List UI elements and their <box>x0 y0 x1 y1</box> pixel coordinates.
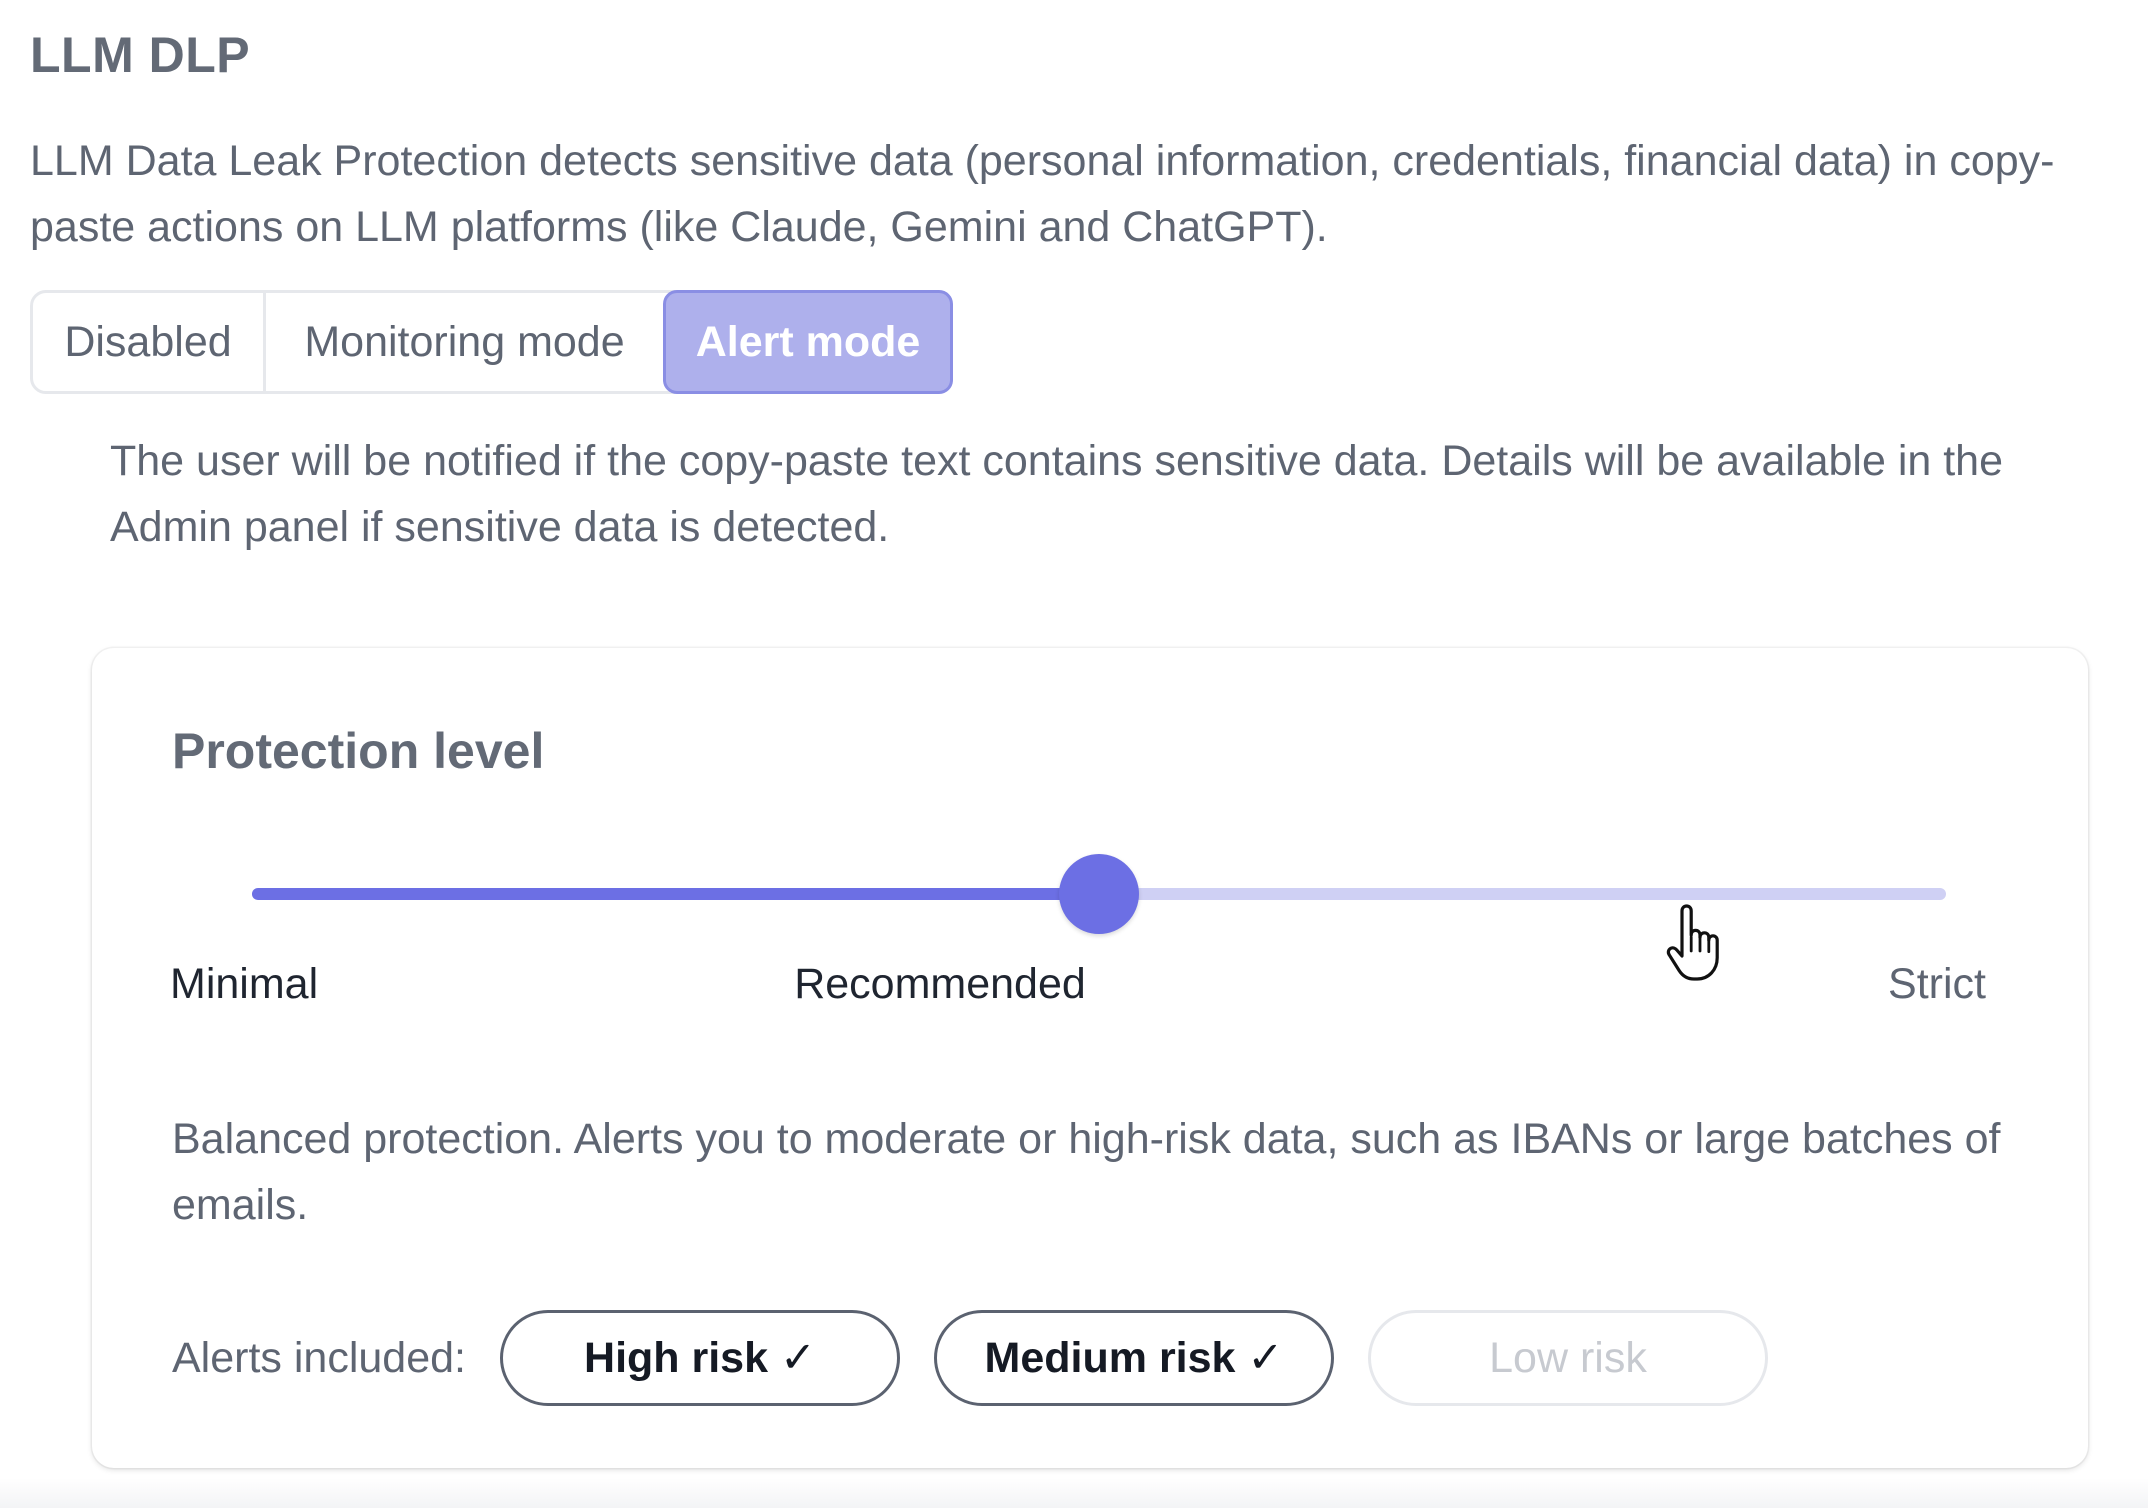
section-title: LLM DLP <box>30 27 251 83</box>
slider-thumb[interactable] <box>1059 854 1139 934</box>
slider-label-minimal[interactable]: Minimal <box>170 960 318 1009</box>
slider-label-recommended[interactable]: Recommended <box>794 960 1086 1009</box>
alerts-included-row: Alerts included: High risk ✓ Medium risk… <box>172 1310 1802 1406</box>
section-description: LLM Data Leak Protection detects sensiti… <box>30 137 2055 251</box>
alerts-included-label: Alerts included: <box>172 1333 466 1382</box>
bottom-edge <box>0 1478 2148 1508</box>
slider-fill <box>252 888 1099 900</box>
low-risk-chip[interactable]: Low risk <box>1368 1310 1768 1406</box>
high-risk-chip[interactable]: High risk ✓ <box>500 1310 900 1406</box>
protection-level-description: Balanced protection. Alerts you to moder… <box>172 1115 2001 1229</box>
mode-monitoring-button[interactable]: Monitoring mode <box>266 293 663 391</box>
mode-note: The user will be notified if the copy-pa… <box>110 437 2004 551</box>
hand-pointer-icon <box>1666 904 1719 981</box>
slider-label-strict[interactable]: Strict <box>1888 960 1986 1009</box>
mode-selector: Disabled Monitoring mode Alert mode <box>30 290 953 394</box>
mode-alert-button[interactable]: Alert mode <box>663 290 953 394</box>
medium-risk-chip[interactable]: Medium risk ✓ <box>934 1310 1334 1406</box>
protection-level-title: Protection level <box>172 723 545 779</box>
mode-disabled-button[interactable]: Disabled <box>33 293 266 391</box>
protection-level-card: Protection level Minimal Recommended Str… <box>92 648 2088 1468</box>
